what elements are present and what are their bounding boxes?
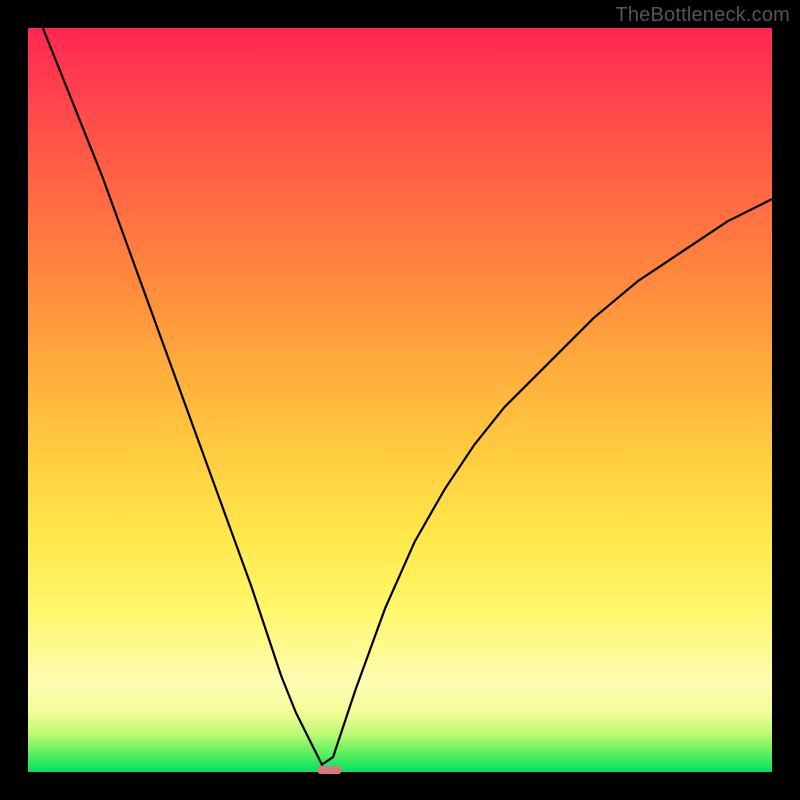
curve-svg (28, 28, 772, 772)
chart-container: TheBottleneck.com (0, 0, 800, 800)
bottleneck-curve (43, 28, 772, 765)
optimum-marker (317, 766, 342, 775)
watermark-text: TheBottleneck.com (615, 4, 790, 27)
